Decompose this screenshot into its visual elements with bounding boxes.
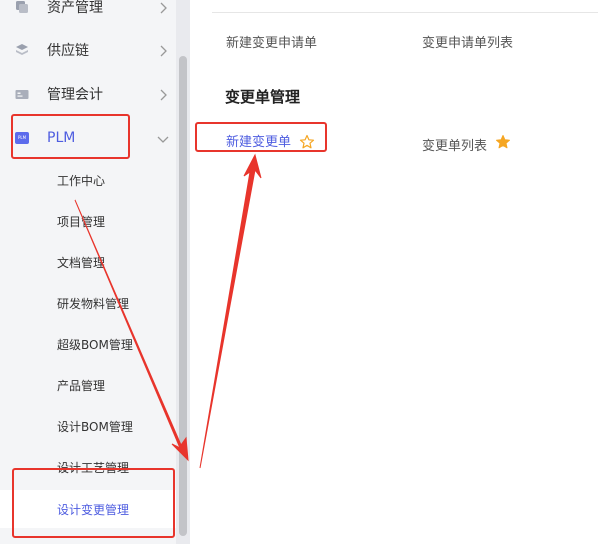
sidebar-item-asset-management[interactable]: 资产管理 — [0, 0, 176, 27]
section-title: 变更单管理 — [225, 88, 301, 106]
sidebar-scrollbar-thumb[interactable] — [179, 56, 187, 536]
chevron-right-icon — [156, 87, 170, 101]
accounting-icon — [15, 87, 29, 101]
sidebar-subitem-document-management[interactable]: 文档管理 — [0, 244, 176, 280]
highlight-box-plm — [11, 114, 130, 159]
sidebar: 资产管理 供应链 管理会计 PLM PLM 工作中心 项目管理 文档管理 研发物… — [0, 0, 190, 544]
sidebar-subitem-label: 产品管理 — [57, 378, 106, 393]
sidebar-item-label: 管理会计 — [47, 87, 103, 103]
sidebar-subitem-work-center[interactable]: 工作中心 — [0, 162, 176, 198]
sidebar-item-supply-chain[interactable]: 供应链 — [0, 30, 176, 70]
chevron-right-icon — [156, 0, 170, 14]
asset-icon — [15, 0, 29, 14]
star-filled-icon[interactable] — [495, 134, 511, 150]
new-change-request-link[interactable]: 新建变更申请单 — [226, 32, 317, 51]
sidebar-subitem-label: 超级BOM管理 — [57, 337, 133, 352]
sidebar-item-label: 供应链 — [47, 43, 89, 59]
top-divider — [212, 12, 598, 13]
highlight-box-design-change — [12, 468, 175, 538]
change-order-list-link[interactable]: 变更单列表 — [422, 135, 487, 154]
sidebar-item-management-accounting[interactable]: 管理会计 — [0, 74, 176, 114]
sidebar-subitem-rd-material-management[interactable]: 研发物料管理 — [0, 285, 176, 321]
chevron-down-icon — [156, 131, 170, 145]
chevron-right-icon — [156, 43, 170, 57]
sidebar-subitem-super-bom-management[interactable]: 超级BOM管理 — [0, 326, 176, 362]
sidebar-subitem-design-bom-management[interactable]: 设计BOM管理 — [0, 408, 176, 444]
supply-chain-icon — [15, 43, 29, 57]
sidebar-subitem-label: 研发物料管理 — [57, 296, 130, 311]
sidebar-subitem-product-management[interactable]: 产品管理 — [0, 367, 176, 403]
highlight-box-new-change-order — [195, 122, 327, 152]
main-panel — [190, 0, 598, 544]
change-request-list-link[interactable]: 变更申请单列表 — [422, 32, 513, 51]
sidebar-item-label: 资产管理 — [47, 0, 103, 16]
sidebar-subitem-project-management[interactable]: 项目管理 — [0, 203, 176, 239]
sidebar-subitem-label: 文档管理 — [57, 255, 106, 270]
sidebar-subitem-label: 设计BOM管理 — [57, 419, 133, 434]
sidebar-subitem-label: 项目管理 — [57, 214, 106, 229]
sidebar-subitem-label: 工作中心 — [57, 173, 106, 188]
